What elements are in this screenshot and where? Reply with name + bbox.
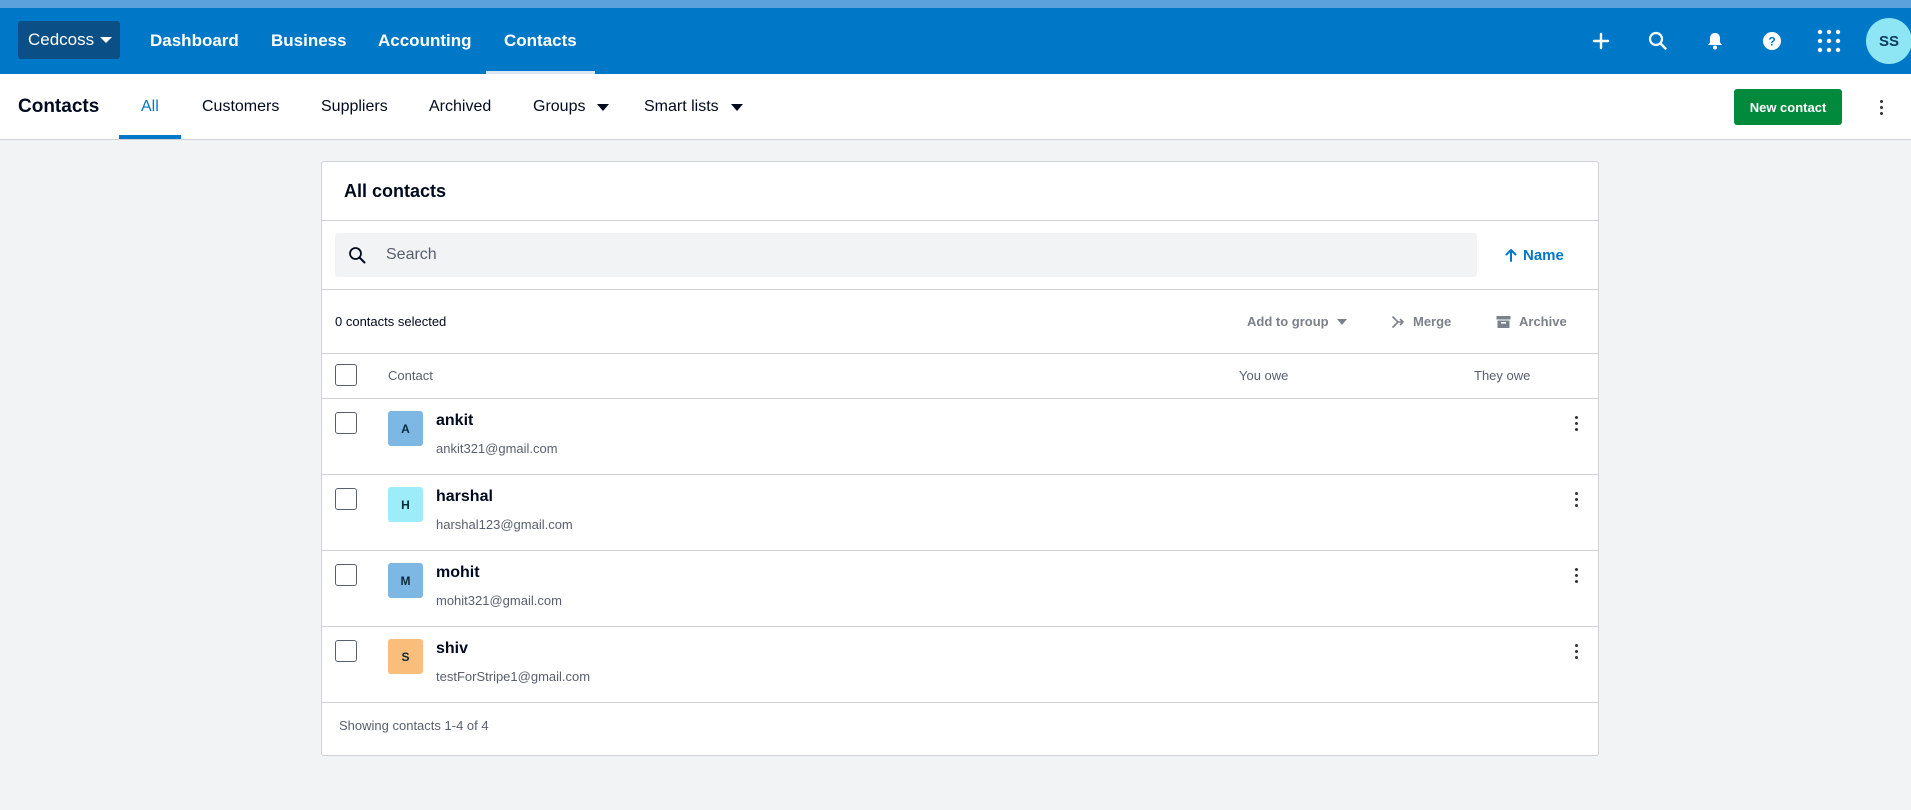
- contact-initial-avatar: A: [388, 411, 423, 446]
- new-contact-button[interactable]: New contact: [1734, 89, 1842, 125]
- table-row[interactable]: A ankit ankit321@gmail.com: [322, 399, 1598, 475]
- row-more-icon[interactable]: [1566, 639, 1586, 663]
- tab-groups[interactable]: Groups: [533, 74, 610, 140]
- nav-contacts[interactable]: Contacts: [486, 8, 595, 75]
- contact-initial-avatar: M: [388, 563, 423, 598]
- row-checkbox[interactable]: [335, 564, 357, 586]
- top-navbar: Cedcoss Dashboard Business Accounting Co…: [0, 8, 1911, 75]
- row-checkbox[interactable]: [335, 412, 357, 434]
- divider: [322, 702, 1598, 703]
- user-avatar[interactable]: SS: [1866, 18, 1911, 64]
- table-row[interactable]: H harshal harshal123@gmail.com: [322, 475, 1598, 551]
- help-icon[interactable]: ?: [1757, 26, 1787, 56]
- tab-smart-lists[interactable]: Smart lists: [644, 74, 743, 140]
- merge-icon: [1392, 315, 1404, 328]
- apps-grid-icon[interactable]: [1814, 26, 1844, 56]
- divider: [322, 353, 1598, 354]
- archive-button[interactable]: Archive: [1496, 290, 1567, 353]
- row-checkbox[interactable]: [335, 488, 357, 510]
- nav-dashboard[interactable]: Dashboard: [150, 8, 239, 74]
- contacts-subnav: Contacts All Customers Suppliers Archive…: [0, 74, 1911, 140]
- merge-label: Merge: [1413, 314, 1452, 329]
- bell-icon[interactable]: [1700, 26, 1730, 56]
- page-title: Contacts: [18, 96, 100, 117]
- contacts-panel: All contacts Name 0 contacts selected Ad…: [321, 161, 1599, 756]
- tab-archived[interactable]: Archived: [429, 74, 491, 140]
- arrow-up-icon: [1505, 249, 1517, 262]
- search-icon: [335, 246, 379, 264]
- caret-down-icon: [730, 103, 743, 111]
- tab-groups-label: Groups: [533, 98, 586, 115]
- tab-all[interactable]: All: [141, 74, 159, 140]
- contact-email: mohit321@gmail.com: [436, 593, 562, 608]
- active-tab-underline: [119, 135, 181, 139]
- nav-business[interactable]: Business: [271, 8, 347, 74]
- contact-initial-avatar: S: [388, 639, 423, 674]
- select-all-checkbox[interactable]: [335, 364, 357, 386]
- caret-down-icon: [1336, 318, 1347, 325]
- panel-title: All contacts: [344, 180, 447, 201]
- selected-count: 0 contacts selected: [335, 314, 447, 329]
- archive-icon: [1496, 315, 1511, 328]
- search-bar[interactable]: [335, 233, 1477, 277]
- column-you-owe[interactable]: You owe: [1239, 353, 1288, 398]
- contact-email: ankit321@gmail.com: [436, 441, 558, 456]
- browser-top-strip: [0, 0, 1911, 8]
- row-more-icon[interactable]: [1566, 411, 1586, 435]
- column-contact[interactable]: Contact: [388, 353, 433, 398]
- tab-customers[interactable]: Customers: [202, 74, 279, 140]
- more-options-icon[interactable]: [1871, 95, 1891, 119]
- tab-smart-lists-label: Smart lists: [644, 98, 719, 115]
- contact-name[interactable]: ankit: [436, 412, 473, 430]
- add-to-group-button[interactable]: Add to group: [1247, 290, 1347, 353]
- sort-label: Name: [1523, 246, 1564, 264]
- contact-initial-avatar: H: [388, 487, 423, 522]
- org-name: Cedcoss: [28, 30, 95, 49]
- column-they-owe[interactable]: They owe: [1474, 353, 1530, 398]
- caret-down-icon: [597, 103, 610, 111]
- contact-name[interactable]: mohit: [436, 564, 480, 582]
- contact-email: harshal123@gmail.com: [436, 517, 573, 532]
- svg-text:?: ?: [1768, 35, 1775, 49]
- merge-button[interactable]: Merge: [1391, 290, 1451, 353]
- contact-email: testForStripe1@gmail.com: [436, 669, 591, 684]
- row-checkbox[interactable]: [335, 640, 357, 662]
- pagination-summary: Showing contacts 1-4 of 4: [339, 718, 489, 733]
- row-more-icon[interactable]: [1566, 563, 1586, 587]
- org-switcher-button[interactable]: Cedcoss: [18, 21, 120, 59]
- contact-name[interactable]: shiv: [436, 640, 468, 658]
- divider: [322, 220, 1598, 221]
- table-row[interactable]: S shiv testForStripe1@gmail.com: [322, 627, 1598, 703]
- nav-accounting[interactable]: Accounting: [378, 8, 472, 74]
- row-more-icon[interactable]: [1566, 487, 1586, 511]
- search-icon[interactable]: [1643, 26, 1673, 56]
- table-row[interactable]: M mohit mohit321@gmail.com: [322, 551, 1598, 627]
- caret-down-icon: [100, 37, 113, 43]
- sort-by-name-button[interactable]: Name: [1505, 233, 1564, 277]
- tab-suppliers[interactable]: Suppliers: [321, 74, 388, 140]
- plus-icon[interactable]: [1586, 26, 1616, 56]
- add-to-group-label: Add to group: [1247, 314, 1329, 329]
- contact-name[interactable]: harshal: [436, 488, 493, 506]
- archive-label: Archive: [1519, 314, 1567, 329]
- search-input[interactable]: [386, 246, 1386, 264]
